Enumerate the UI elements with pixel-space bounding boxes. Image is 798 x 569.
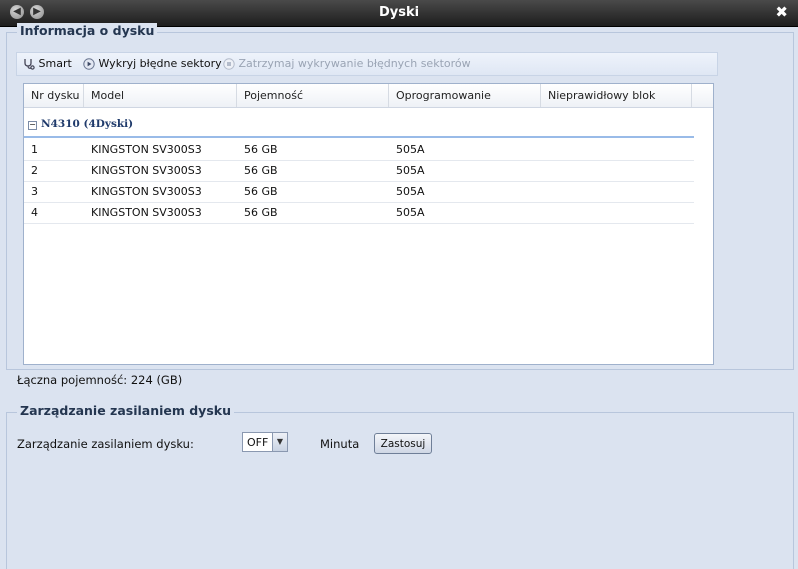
column-header-model[interactable]: Model bbox=[84, 84, 237, 107]
stop-detecting-button[interactable]: Zatrzymaj wykrywanie błędnych sektorów bbox=[223, 57, 471, 70]
cell-capacity: 56 GB bbox=[244, 143, 278, 156]
total-capacity: Łączna pojemność: 224 (GB) bbox=[17, 373, 183, 387]
smart-label: Smart bbox=[38, 57, 72, 70]
cell-capacity: 56 GB bbox=[244, 185, 278, 198]
column-header-bad-block[interactable]: Nieprawidłowy blok bbox=[541, 84, 692, 107]
cell-firmware: 505A bbox=[396, 185, 425, 198]
cell-nr: 3 bbox=[31, 185, 38, 198]
cell-capacity: 56 GB bbox=[244, 164, 278, 177]
cell-capacity: 56 GB bbox=[244, 206, 278, 219]
window-title: Dyski bbox=[378, 5, 420, 20]
stop-icon bbox=[223, 58, 235, 70]
play-icon bbox=[83, 58, 95, 70]
cell-model: KINGSTON SV300S3 bbox=[91, 206, 202, 219]
cell-nr: 4 bbox=[31, 206, 38, 219]
table-row[interactable]: 1 KINGSTON SV300S3 56 GB 505A bbox=[24, 139, 694, 161]
cell-firmware: 505A bbox=[396, 164, 425, 177]
column-header-nr[interactable]: Nr dysku bbox=[24, 84, 84, 107]
cell-model: KINGSTON SV300S3 bbox=[91, 185, 202, 198]
disk-grid: Nr dysku Model Pojemność Oprogramowanie … bbox=[23, 83, 714, 365]
power-timeout-value: OFF bbox=[247, 436, 269, 449]
cell-firmware: 505A bbox=[396, 206, 425, 219]
table-row[interactable]: 2 KINGSTON SV300S3 56 GB 505A bbox=[24, 160, 694, 182]
column-header-firmware[interactable]: Oprogramowanie bbox=[389, 84, 541, 107]
stethoscope-icon bbox=[23, 58, 35, 70]
table-row[interactable]: 3 KINGSTON SV300S3 56 GB 505A bbox=[24, 181, 694, 203]
disk-info-legend: Informacja o dysku bbox=[17, 23, 158, 38]
power-timeout-select[interactable]: OFF ▼ bbox=[242, 432, 288, 452]
detect-bad-sectors-button[interactable]: Wykryj błędne sektory bbox=[83, 57, 222, 70]
apply-button[interactable]: Zastosuj bbox=[374, 433, 432, 454]
cell-nr: 1 bbox=[31, 143, 38, 156]
cell-firmware: 505A bbox=[396, 143, 425, 156]
stop-detecting-label: Zatrzymaj wykrywanie błędnych sektorów bbox=[238, 57, 471, 70]
group-label: N4310 (4Dyski) bbox=[41, 118, 134, 130]
close-icon[interactable]: ✖ bbox=[775, 3, 788, 21]
grid-header: Nr dysku Model Pojemność Oprogramowanie … bbox=[24, 84, 713, 108]
detect-bad-sectors-label: Wykryj błędne sektory bbox=[98, 57, 222, 70]
group-row[interactable]: − N4310 (4Dyski) bbox=[24, 114, 694, 138]
cell-model: KINGSTON SV300S3 bbox=[91, 164, 202, 177]
cell-model: KINGSTON SV300S3 bbox=[91, 143, 202, 156]
power-legend: Zarządzanie zasilaniem dysku bbox=[17, 403, 234, 418]
smart-button[interactable]: Smart bbox=[23, 57, 72, 70]
collapse-icon[interactable]: − bbox=[28, 121, 37, 130]
column-header-capacity[interactable]: Pojemność bbox=[237, 84, 389, 107]
chevron-down-icon[interactable]: ▼ bbox=[272, 433, 287, 451]
power-management-label: Zarządzanie zasilaniem dysku: bbox=[17, 437, 194, 451]
cell-nr: 2 bbox=[31, 164, 38, 177]
disk-toolbar: Smart Wykryj błędne sektory Zatrzymaj wy… bbox=[16, 52, 718, 76]
table-row[interactable]: 4 KINGSTON SV300S3 56 GB 505A bbox=[24, 202, 694, 224]
unit-label: Minuta bbox=[320, 437, 360, 451]
